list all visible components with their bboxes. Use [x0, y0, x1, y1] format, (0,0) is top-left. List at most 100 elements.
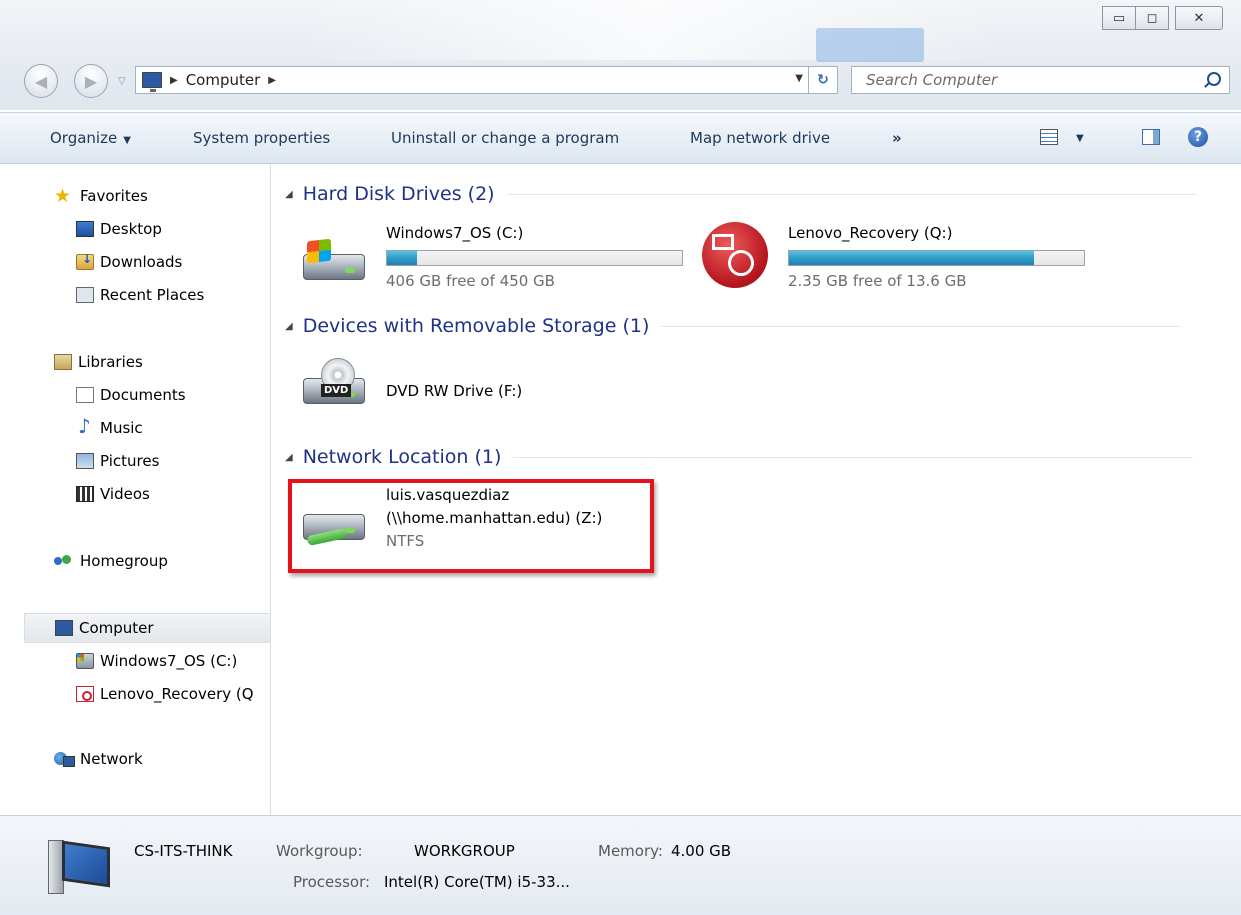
- group-title: Devices with Removable Storage (1): [302, 315, 650, 337]
- computer-icon: [48, 838, 112, 896]
- help-icon[interactable]: ?: [1188, 127, 1208, 147]
- nav-item-videos[interactable]: Videos: [76, 482, 150, 506]
- nav-label: Libraries: [78, 353, 143, 371]
- nav-item-desktop[interactable]: Desktop: [76, 217, 162, 241]
- group-title: Network Location (1): [302, 446, 502, 468]
- desktop-icon: [76, 221, 94, 237]
- forward-arrow-icon: ▶: [84, 71, 98, 91]
- nav-label: Windows7_OS (C:): [100, 652, 238, 670]
- nav-label: Music: [100, 419, 143, 437]
- drive-tile-dvd-rw[interactable]: DVD DVD RW Drive (F:): [299, 352, 599, 422]
- view-dropdown-icon[interactable]: ▼: [1076, 133, 1084, 144]
- highlight-annotation-box: [288, 479, 654, 573]
- processor-value: Intel(R) Core(TM) i5-33...: [384, 873, 570, 891]
- libraries-icon: [54, 354, 72, 370]
- preview-pane-icon[interactable]: [1142, 129, 1160, 145]
- minimize-button[interactable]: ▭: [1102, 6, 1136, 30]
- capacity-bar-fill: [789, 251, 1034, 265]
- windows-hard-drive-icon: [299, 234, 369, 286]
- workgroup-label: Workgroup:: [276, 842, 363, 860]
- nav-favorites[interactable]: ★ Favorites: [54, 184, 148, 208]
- chevron-down-icon: ▼: [123, 135, 131, 146]
- breadcrumb-computer[interactable]: Computer: [186, 71, 261, 89]
- star-icon: ★: [54, 185, 72, 207]
- collapse-triangle-icon[interactable]: ◢: [285, 189, 293, 200]
- nav-label: Homegroup: [80, 552, 168, 570]
- videos-icon: [76, 486, 94, 502]
- nav-label: Documents: [100, 386, 186, 404]
- refresh-icon: ↻: [817, 72, 829, 88]
- collapse-triangle-icon[interactable]: ◢: [285, 452, 293, 463]
- nav-label: Lenovo_Recovery (Q: [100, 685, 254, 703]
- capacity-bar-fill: [387, 251, 417, 265]
- search-icon[interactable]: [1207, 72, 1221, 86]
- breadcrumb-chevron-icon[interactable]: ▶: [268, 75, 276, 86]
- forward-button[interactable]: ▶: [74, 64, 108, 98]
- search-placeholder: Search Computer: [866, 71, 998, 89]
- computer-name: CS-ITS-THINK: [134, 842, 233, 860]
- nav-item-downloads[interactable]: Downloads: [76, 250, 182, 274]
- capacity-bar: [386, 250, 683, 266]
- nav-label: Desktop: [100, 220, 162, 238]
- nav-label: Computer: [79, 619, 154, 637]
- nav-label: Videos: [100, 485, 150, 503]
- drive-name: Windows7_OS (C:): [386, 224, 524, 242]
- window-controls: ▭ ◻ ✕: [1102, 6, 1223, 30]
- nav-label: Recent Places: [100, 286, 205, 304]
- nav-computer[interactable]: Computer: [24, 613, 271, 643]
- close-button[interactable]: ✕: [1175, 6, 1223, 30]
- pictures-icon: [76, 453, 94, 469]
- nav-label: Network: [80, 750, 143, 768]
- nav-item-recent-places[interactable]: Recent Places: [76, 283, 204, 307]
- address-bar[interactable]: ▶ Computer ▶ ▼ ↻: [135, 66, 838, 94]
- system-properties-button[interactable]: System properties: [193, 129, 330, 147]
- drive-tile-windows7-os[interactable]: Windows7_OS (C:) 406 GB free of 450 GB: [299, 222, 689, 302]
- nav-item-windows7-os[interactable]: Windows7_OS (C:): [76, 649, 237, 673]
- refresh-button[interactable]: ↻: [808, 67, 837, 93]
- group-header-hard-disk-drives[interactable]: ◢ Hard Disk Drives (2): [285, 182, 1225, 206]
- back-button[interactable]: ◀: [24, 64, 58, 98]
- processor-label: Processor:: [293, 873, 371, 891]
- recent-places-icon: [76, 287, 94, 303]
- dvd-drive-icon: DVD: [299, 358, 369, 410]
- nav-item-music[interactable]: Music: [76, 414, 143, 440]
- nav-label: Pictures: [100, 452, 160, 470]
- group-header-removable-storage[interactable]: ◢ Devices with Removable Storage (1): [285, 314, 1225, 338]
- capacity-bar: [788, 250, 1085, 266]
- hard-drive-icon: [76, 653, 94, 669]
- nav-item-pictures[interactable]: Pictures: [76, 449, 159, 473]
- nav-libraries[interactable]: Libraries: [54, 350, 143, 374]
- breadcrumb-chevron-icon[interactable]: ▶: [170, 75, 178, 86]
- map-network-drive-button[interactable]: Map network drive: [690, 129, 830, 147]
- nav-label: Favorites: [80, 187, 148, 205]
- nav-item-lenovo-recovery[interactable]: Lenovo_Recovery (Q: [76, 682, 271, 706]
- navigation-pane: ★ Favorites Desktop Downloads Recent Plac…: [0, 164, 271, 815]
- search-input[interactable]: Search Computer: [851, 66, 1230, 94]
- nav-network[interactable]: Network: [54, 747, 143, 771]
- organize-button[interactable]: Organize ▼: [50, 129, 131, 147]
- drive-free-space: 406 GB free of 450 GB: [386, 272, 555, 290]
- workgroup-value: WORKGROUP: [414, 842, 515, 860]
- recent-pages-dropdown-icon[interactable]: ▽: [118, 76, 126, 87]
- recovery-drive-icon: [702, 222, 768, 288]
- address-dropdown-icon[interactable]: ▼: [795, 73, 803, 84]
- drive-tile-lenovo-recovery[interactable]: Lenovo_Recovery (Q:) 2.35 GB free of 13.…: [702, 218, 1102, 298]
- group-header-network-location[interactable]: ◢ Network Location (1): [285, 445, 1225, 469]
- documents-icon: [76, 387, 94, 403]
- nav-homegroup[interactable]: Homegroup: [54, 549, 168, 573]
- maximize-button[interactable]: ◻: [1135, 6, 1169, 30]
- nav-item-documents[interactable]: Documents: [76, 383, 186, 407]
- memory-value: 4.00 GB: [671, 842, 732, 860]
- homegroup-icon: [54, 553, 74, 569]
- command-bar: Organize ▼ System properties Uninstall or…: [0, 112, 1241, 164]
- more-commands-button[interactable]: »: [892, 129, 902, 147]
- details-pane: CS-ITS-THINK Workgroup: WORKGROUP Memory…: [0, 815, 1241, 915]
- collapse-triangle-icon[interactable]: ◢: [285, 321, 293, 332]
- change-view-icon[interactable]: [1040, 129, 1058, 145]
- back-arrow-icon: ◀: [34, 71, 48, 91]
- uninstall-program-button[interactable]: Uninstall or change a program: [391, 129, 619, 147]
- network-icon: [54, 751, 75, 767]
- drive-name: DVD RW Drive (F:): [386, 382, 523, 400]
- drive-name: Lenovo_Recovery (Q:): [788, 224, 953, 242]
- computer-icon: [55, 620, 73, 636]
